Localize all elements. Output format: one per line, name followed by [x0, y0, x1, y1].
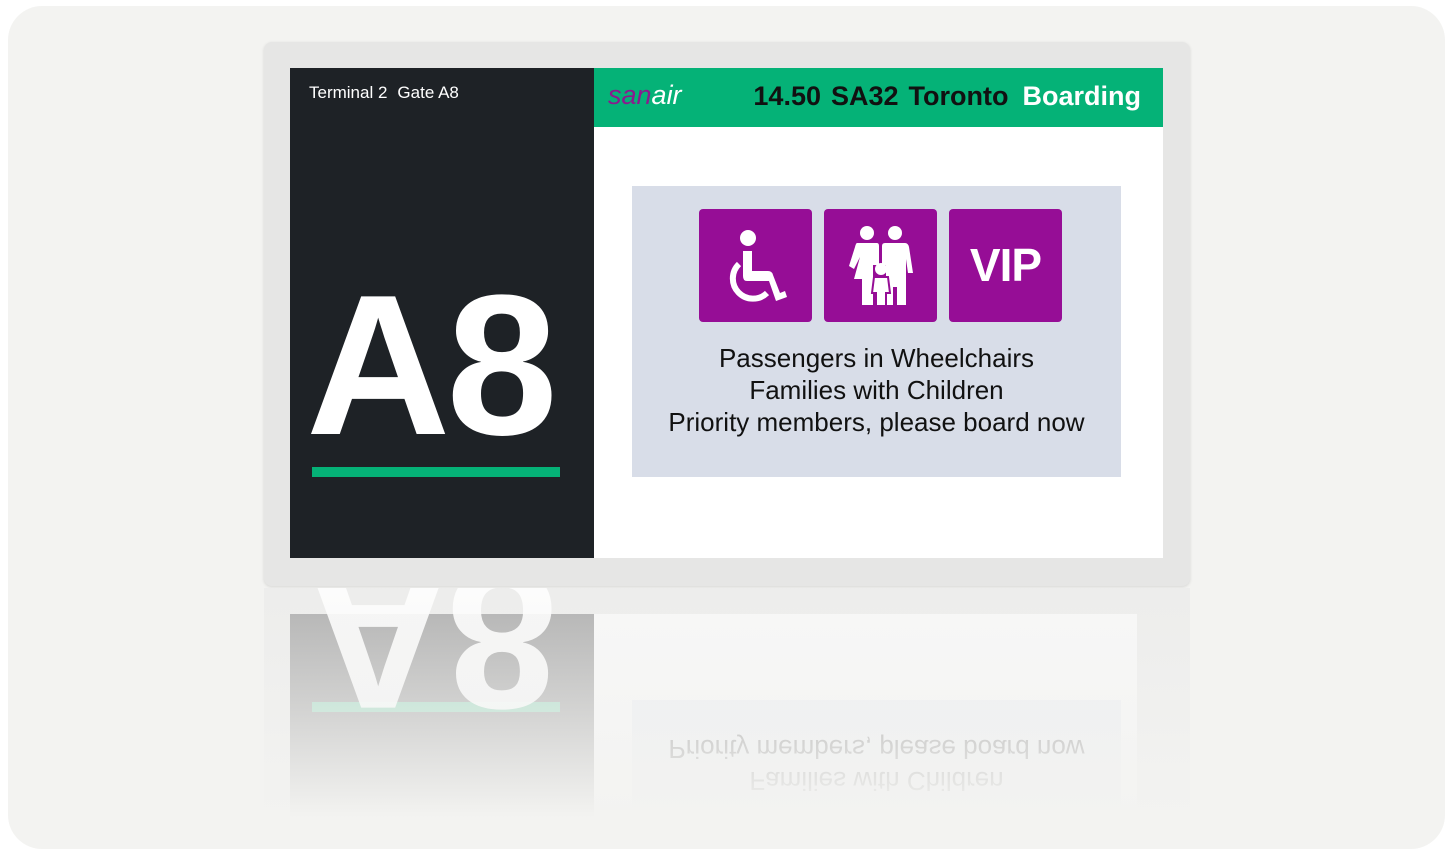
logo-part-san: san: [608, 80, 652, 110]
notice-line-families: Families with Children: [749, 375, 1004, 405]
flight-info: 14.50 SA32 Toronto Boarding: [743, 81, 1141, 112]
background-stage: Terminal 2 Gate A8 A8 sanair 14.50 SA32 Tor…: [8, 6, 1445, 849]
terminal-label: Terminal 2: [309, 83, 388, 102]
wheelchair-icon: [699, 209, 812, 322]
boarding-notice: VIP Passengers in Wheelchairs Families w…: [632, 186, 1121, 477]
flight-header-bar: sanair 14.50 SA32 Toronto Boarding: [594, 68, 1163, 127]
flight-number: SA32: [830, 81, 899, 111]
gate-label: Gate A8: [397, 83, 459, 102]
destination: Toronto: [908, 81, 1009, 111]
terminal-gate-line: Terminal 2 Gate A8: [309, 83, 459, 103]
notice-line-wheelchairs: Passengers in Wheelchairs: [718, 343, 1035, 373]
vip-icon: VIP: [949, 209, 1062, 322]
family-icon: [824, 209, 937, 322]
logo-part-air: air: [651, 80, 682, 110]
departure-time: 14.50: [753, 81, 821, 111]
display-monitor: Terminal 2 Gate A8 A8 sanair 14.50 SA32 Tor…: [264, 42, 1190, 586]
gate-code: A8: [306, 254, 558, 477]
notice-line-priority: Priority members, please board now: [668, 407, 1085, 437]
reflection-fade: [264, 588, 1190, 849]
corner-mark: [1442, 6, 1445, 18]
airline-logo: sanair: [608, 80, 682, 111]
vip-label: VIP: [969, 239, 1042, 291]
flight-status: Boarding: [1022, 81, 1142, 111]
gate-panel: Terminal 2 Gate A8 A8: [290, 68, 594, 558]
display-reflection: A8 Families with Children Priority membe…: [264, 588, 1190, 849]
gate-display-screen: Terminal 2 Gate A8 A8 sanair 14.50 SA32 Tor…: [290, 68, 1163, 558]
notice-text: Passengers in Wheelchairs Families with …: [632, 342, 1121, 438]
gate-underline: [312, 467, 560, 477]
